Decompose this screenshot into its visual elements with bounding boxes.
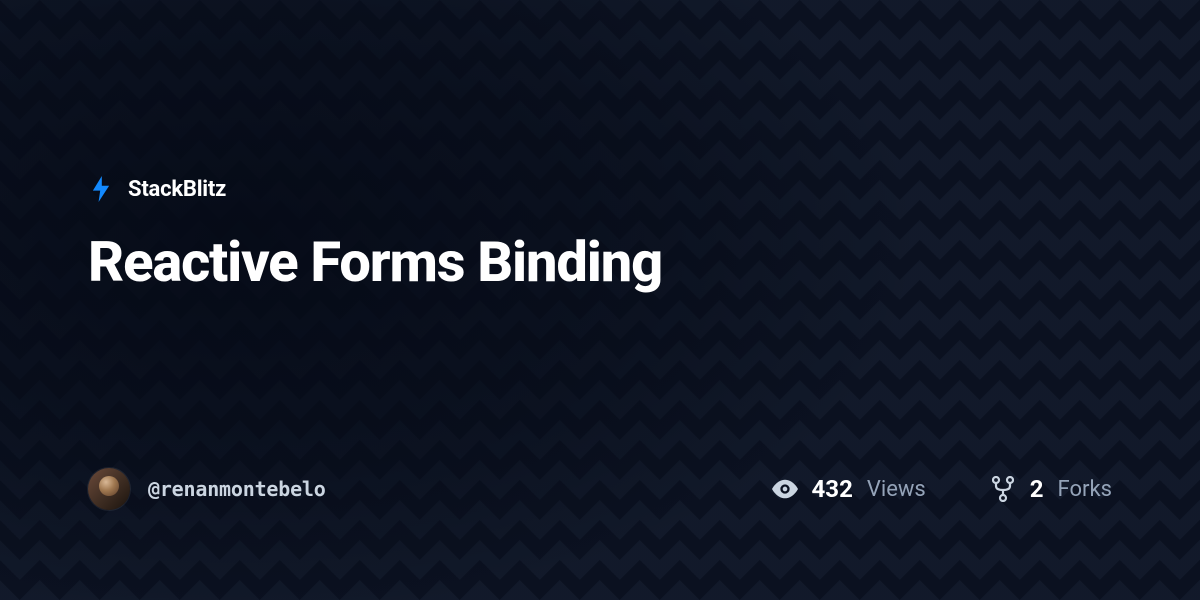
views-value: 432 (812, 475, 853, 503)
author[interactable]: @renanmontebelo (88, 468, 326, 510)
fork-icon (990, 476, 1016, 502)
stats: 432 Views 2 Forks (772, 475, 1112, 503)
footer-row: @renanmontebelo 432 Views (88, 468, 1112, 600)
brand-name: StackBlitz (128, 177, 226, 202)
views-label: Views (867, 477, 926, 502)
project-title: Reactive Forms Binding (88, 232, 1112, 294)
forks-value: 2 (1030, 475, 1044, 503)
bolt-icon (88, 176, 114, 202)
author-username: @renanmontebelo (148, 477, 326, 501)
forks-stat: 2 Forks (990, 475, 1112, 503)
eye-icon (772, 476, 798, 502)
forks-label: Forks (1058, 477, 1112, 502)
avatar (88, 468, 130, 510)
brand-row: StackBlitz (88, 176, 1112, 202)
views-stat: 432 Views (772, 475, 926, 503)
